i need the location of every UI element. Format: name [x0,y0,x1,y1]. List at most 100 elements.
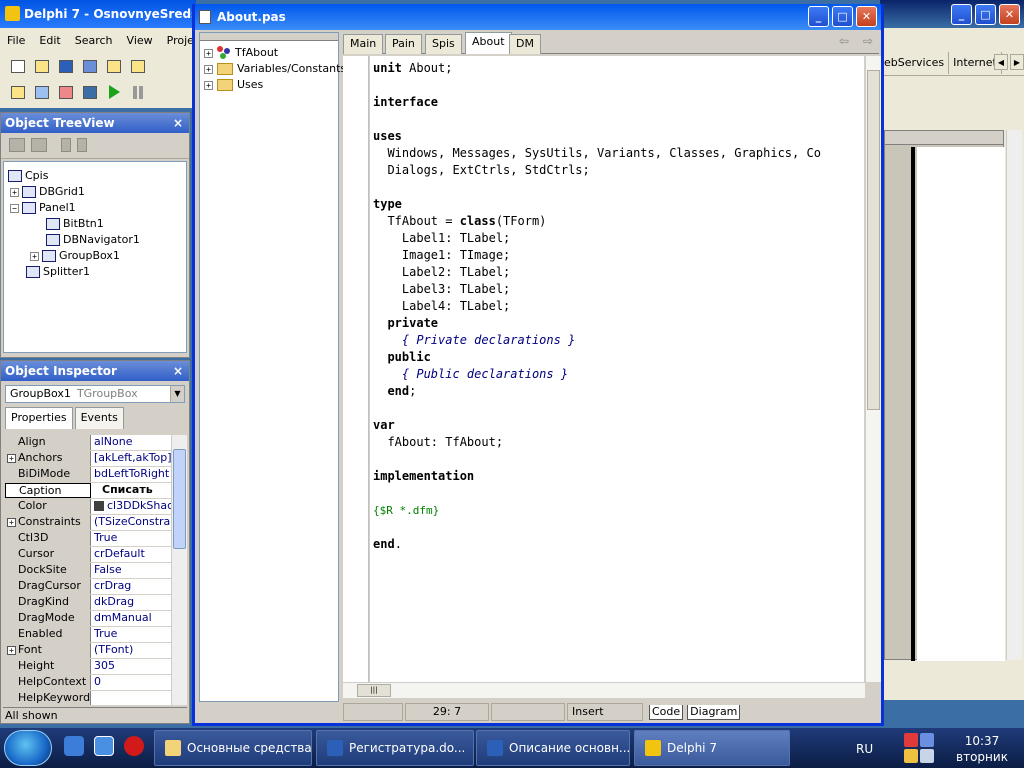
tab-diagram[interactable]: Diagram [687,704,741,720]
save-all-icon[interactable] [80,56,100,76]
form-designer[interactable] [884,130,1005,661]
property-row[interactable]: DragMode dmManual [5,611,171,627]
taskbar-item-delphi[interactable]: Delphi 7 [634,730,790,766]
tab-main[interactable]: Main [343,34,384,54]
view-unit-icon[interactable] [8,82,28,102]
inspector-scrollbar[interactable] [171,435,187,705]
editor-gutter[interactable] [343,56,369,682]
pause-icon[interactable] [128,82,148,102]
property-value[interactable]: [akLeft,akTop] [91,451,171,466]
save-icon[interactable] [56,56,76,76]
property-value[interactable]: True [91,627,171,642]
property-row[interactable]: Align alNone [5,435,171,451]
taskbar-item-folder[interactable]: Основные средства [154,730,312,766]
close-icon[interactable]: × [173,113,183,133]
tab-code[interactable]: Code [649,704,684,720]
explorer-node-variables[interactable]: + Variables/Constants [204,61,346,77]
minimize-button[interactable]: _ [808,6,829,27]
language-indicator[interactable]: RU [856,742,873,756]
property-row[interactable]: DockSite False [5,563,171,579]
taskbar-item-word-1[interactable]: Регистратура.do... [316,730,474,766]
property-row[interactable]: + Anchors [akLeft,akTop] [5,451,171,467]
editor-titlebar[interactable]: About.pas _ □ ✕ [195,4,881,30]
object-selector[interactable]: GroupBox1 TGroupBox ▼ [5,385,185,403]
close-button[interactable]: ✕ [856,6,877,27]
property-value[interactable]: 305 [91,659,171,674]
property-row[interactable]: HelpKeyword [5,691,171,705]
property-value[interactable]: (TFont) [91,643,171,658]
arrow-left-icon[interactable]: ⇦ [839,34,849,48]
property-value[interactable]: False [91,563,171,578]
palette-tab[interactable]: ebServices [880,52,950,74]
property-row[interactable]: BiDiMode bdLeftToRight [5,467,171,483]
new-item-icon[interactable] [9,138,25,152]
explorer-splitter[interactable] [200,33,338,41]
property-row[interactable]: Color cl3DDkShac [5,499,171,515]
menu-edit[interactable]: Edit [32,30,67,52]
show-desktop-icon[interactable] [94,736,114,756]
network-icon[interactable] [920,733,934,747]
property-value[interactable]: crDefault [91,547,171,562]
arrow-right-icon[interactable]: ⇨ [863,34,873,48]
arrow-up-icon[interactable] [61,138,71,152]
expand-icon[interactable]: + [204,48,213,58]
tree-node-dbnavigator1[interactable]: DBNavigator1 [46,232,140,248]
arrow-left-icon[interactable]: ◀ [994,54,1008,70]
property-value[interactable] [91,691,171,705]
property-value[interactable]: bdLeftToRight [91,467,171,482]
expand-icon[interactable]: + [10,187,19,197]
expand-icon[interactable]: + [30,251,39,261]
taskbar-item-word-2[interactable]: Описание основн... [476,730,630,766]
chevron-down-icon[interactable]: ▼ [170,386,184,402]
tab-properties[interactable]: Properties [5,407,73,429]
toggle-form-unit-icon[interactable] [56,82,76,102]
new-form-icon[interactable] [80,82,100,102]
property-row[interactable]: + Font (TFont) [5,643,171,659]
collapse-icon[interactable]: − [10,203,19,213]
tree-node-splitter1[interactable]: Splitter1 [26,264,90,280]
ie-icon[interactable] [64,736,84,756]
opera-icon[interactable] [124,736,144,756]
expand-icon[interactable]: + [7,646,16,655]
editor-horizontal-scrollbar[interactable]: ||| [343,682,865,698]
scroll-thumb[interactable] [173,449,186,549]
close-icon[interactable]: × [173,361,183,381]
inspector-titlebar[interactable]: Object Inspector × [1,361,189,381]
close-button[interactable]: ✕ [999,4,1020,25]
menu-view[interactable]: View [120,30,160,52]
tab-spis[interactable]: Spis [425,34,462,54]
run-icon[interactable] [104,82,124,102]
explorer-node-tfabout[interactable]: + TfAbout [204,45,278,61]
property-row[interactable]: Cursor crDefault [5,547,171,563]
delete-item-icon[interactable] [31,138,47,152]
tab-about[interactable]: About [465,32,512,54]
tab-pain[interactable]: Pain [385,34,422,54]
property-value[interactable]: cl3DDkShac [91,499,171,514]
property-value[interactable]: 0 [91,675,171,690]
property-value[interactable]: crDrag [91,579,171,594]
editor-vertical-scrollbar[interactable] [865,56,881,682]
arrow-right-icon[interactable]: ▶ [1010,54,1024,70]
volume-icon[interactable] [920,749,934,763]
new-icon[interactable] [8,56,28,76]
add-to-project-icon[interactable] [128,56,148,76]
maximize-button[interactable]: □ [832,6,853,27]
expand-icon[interactable]: + [7,518,16,527]
property-value[interactable]: dkDrag [91,595,171,610]
tree-node-dbgrid1[interactable]: + DBGrid1 [10,184,85,200]
expand-icon[interactable]: + [204,80,213,90]
minimize-button[interactable]: _ [951,4,972,25]
code-area[interactable]: unit About; interface uses Windows, Messag… [370,56,864,682]
arrow-down-icon[interactable] [77,138,87,152]
tree-node-bitbtn1[interactable]: BitBtn1 [46,216,104,232]
ide-titlebar[interactable]: Delphi 7 - OsnovnyeSredstva [0,0,196,28]
tab-dm[interactable]: DM [509,34,541,54]
property-value[interactable]: (TSizeConstrain [91,515,171,530]
expand-icon[interactable]: + [7,454,16,463]
property-value[interactable]: Списать [91,483,171,498]
property-row[interactable]: Ctl3D True [5,531,171,547]
tree-node-groupbox1[interactable]: + GroupBox1 [30,248,120,264]
open-project-icon[interactable] [104,56,124,76]
treeview-titlebar[interactable]: Object TreeView × [1,113,189,133]
antivirus-icon[interactable] [904,733,918,747]
